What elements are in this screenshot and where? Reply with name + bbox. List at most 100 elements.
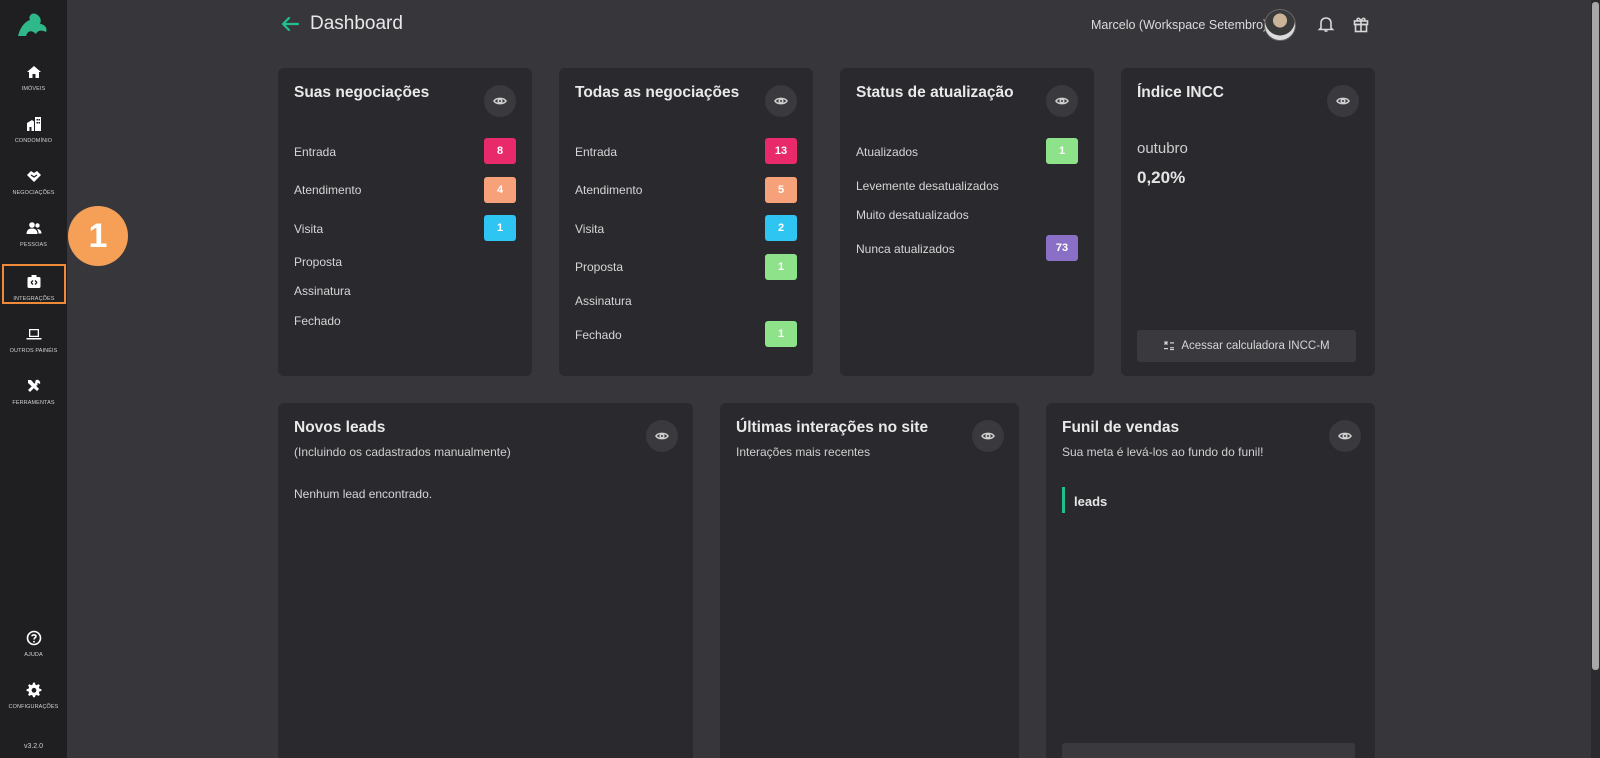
back-arrow-icon[interactable] xyxy=(280,14,300,34)
sidebar-item-configuracoes[interactable]: CONFIGURAÇÕES xyxy=(0,680,67,724)
sidebar-item-imoveis[interactable]: IMÓVEIS xyxy=(0,62,67,106)
eye-icon xyxy=(1336,97,1350,105)
row-label: Fechado xyxy=(294,314,341,328)
notifications-button[interactable] xyxy=(1317,15,1335,33)
card-status-atualizacao: Status de atualização Atualizados 1 Leve… xyxy=(840,68,1094,376)
calculator-icon xyxy=(1164,341,1175,351)
incc-value: 0,20% xyxy=(1137,168,1186,187)
eye-icon xyxy=(1055,97,1069,105)
sidebar-item-label: NEGOCIAÇÕES xyxy=(12,190,55,196)
sidebar-item-label: CONFIGURAÇÕES xyxy=(8,704,59,710)
count-badge[interactable]: 13 xyxy=(765,138,797,164)
count-badge[interactable]: 1 xyxy=(1046,138,1078,164)
tools-icon xyxy=(27,379,40,392)
toggle-visibility-button[interactable] xyxy=(484,85,516,117)
funnel-stage-marker xyxy=(1062,487,1065,513)
gift-icon xyxy=(1353,17,1369,33)
card-funil-vendas: Funil de vendas Sua meta é levá-los ao f… xyxy=(1046,403,1375,758)
building-icon xyxy=(26,117,41,131)
integrations-icon xyxy=(27,275,41,288)
app: IMÓVEIS CONDOMÍNIO NEGOCIAÇÕES PESSOAS I… xyxy=(0,0,1600,758)
funnel-stage-label[interactable]: leads xyxy=(1074,494,1107,509)
card-novos-leads: Novos leads (Incluindo os cadastrados ma… xyxy=(278,403,693,758)
gear-icon xyxy=(26,682,41,698)
count-badge[interactable]: 2 xyxy=(765,215,797,241)
row-label: Assinatura xyxy=(575,294,632,308)
page-scrollbar-thumb[interactable] xyxy=(1592,2,1599,670)
sidebar-item-outros-paineis[interactable]: OUTROS PAINÉIS xyxy=(0,324,67,368)
sidebar-item-integracoes[interactable]: INTEGRAÇÕES xyxy=(2,264,66,304)
toggle-visibility-button[interactable] xyxy=(972,420,1004,452)
eye-icon xyxy=(655,432,669,440)
toggle-visibility-button[interactable] xyxy=(646,420,678,452)
empty-state: Nenhum lead encontrado. xyxy=(294,487,433,501)
row-label: Assinatura xyxy=(294,284,351,298)
bell-icon xyxy=(1317,17,1335,32)
funnel-bottom-bar xyxy=(1062,743,1355,758)
avatar[interactable] xyxy=(1264,9,1296,41)
card-title: Todas as negociações xyxy=(575,84,740,101)
card-todas-negociacoes: Todas as negociações Entrada 13 Atendime… xyxy=(559,68,813,376)
card-subtitle: Sua meta é levá-los ao fundo do funil! xyxy=(1062,445,1264,459)
incc-calculator-label: Acessar calculadora INCC-M xyxy=(1181,340,1330,352)
row-label: Nunca atualizados xyxy=(856,242,955,256)
count-badge[interactable]: 73 xyxy=(1046,235,1078,261)
sidebar-item-negociacoes[interactable]: NEGOCIAÇÕES xyxy=(0,166,67,210)
card-title: Últimas interações no site xyxy=(736,419,929,436)
row-label: Atendimento xyxy=(294,183,362,197)
row-label: Visita xyxy=(575,222,605,236)
incc-calculator-button[interactable]: Acessar calculadora INCC-M xyxy=(1137,330,1356,362)
people-icon xyxy=(26,222,41,234)
sidebar-item-label: PESSOAS xyxy=(20,242,47,248)
sidebar-item-pessoas[interactable]: PESSOAS xyxy=(0,218,67,262)
row-label: Visita xyxy=(294,222,324,236)
gift-button[interactable] xyxy=(1352,15,1370,33)
sidebar-item-label: IMÓVEIS xyxy=(21,86,46,92)
card-title: Funil de vendas xyxy=(1062,419,1180,436)
card-title: Novos leads xyxy=(294,419,386,436)
card-title: Suas negociações xyxy=(294,84,430,101)
toggle-visibility-button[interactable] xyxy=(1327,85,1359,117)
row-label: Atendimento xyxy=(575,183,643,197)
sidebar-item-ajuda[interactable]: AJUDA xyxy=(0,628,67,672)
step-badge: 1 xyxy=(68,206,128,266)
laptop-icon xyxy=(26,329,41,340)
count-badge[interactable]: 5 xyxy=(765,177,797,203)
card-ultimas-interacoes: Últimas interações no site Interações ma… xyxy=(720,403,1019,758)
count-badge[interactable]: 1 xyxy=(765,321,797,347)
toggle-visibility-button[interactable] xyxy=(1329,420,1361,452)
card-title: Índice INCC xyxy=(1137,84,1224,101)
toggle-visibility-button[interactable] xyxy=(765,85,797,117)
count-badge[interactable]: 1 xyxy=(484,215,516,241)
sidebar-item-ferramentas[interactable]: FERRAMENTAS xyxy=(0,376,67,420)
card-title: Status de atualização xyxy=(856,84,1014,101)
row-label: Fechado xyxy=(575,328,622,342)
toggle-visibility-button[interactable] xyxy=(1046,85,1078,117)
eye-icon xyxy=(774,97,788,105)
row-label: Proposta xyxy=(575,260,624,274)
row-label: Proposta xyxy=(294,255,343,269)
incc-month: outubro xyxy=(1137,140,1188,157)
card-subtitle: Interações mais recentes xyxy=(736,445,871,459)
count-badge[interactable]: 4 xyxy=(484,177,516,203)
version-label: v3.2.0 xyxy=(23,743,44,750)
row-label: Levemente desatualizados xyxy=(856,179,999,193)
row-label: Atualizados xyxy=(856,145,919,159)
page-title: Dashboard xyxy=(310,13,403,34)
sidebar-item-condominio[interactable]: CONDOMÍNIO xyxy=(0,114,67,158)
sidebar-item-label: CONDOMÍNIO xyxy=(14,138,53,144)
sidebar-item-label: OUTROS PAINÉIS xyxy=(9,348,58,354)
count-badge[interactable]: 1 xyxy=(765,254,797,280)
sidebar-item-label: INTEGRAÇÕES xyxy=(13,296,55,302)
eye-icon xyxy=(493,97,507,105)
user-name[interactable]: Marcelo (Workspace Setembro) xyxy=(1091,18,1267,32)
sidebar-item-label: AJUDA xyxy=(24,652,43,658)
row-label: Muito desatualizados xyxy=(856,208,969,222)
sidebar-item-label: FERRAMENTAS xyxy=(12,400,55,406)
sidebar: IMÓVEIS CONDOMÍNIO NEGOCIAÇÕES PESSOAS I… xyxy=(0,0,67,758)
row-label: Entrada xyxy=(575,145,618,159)
count-badge[interactable]: 8 xyxy=(484,138,516,164)
row-label: Entrada xyxy=(294,145,337,159)
home-icon xyxy=(26,66,41,78)
logo-icon[interactable] xyxy=(14,10,50,40)
